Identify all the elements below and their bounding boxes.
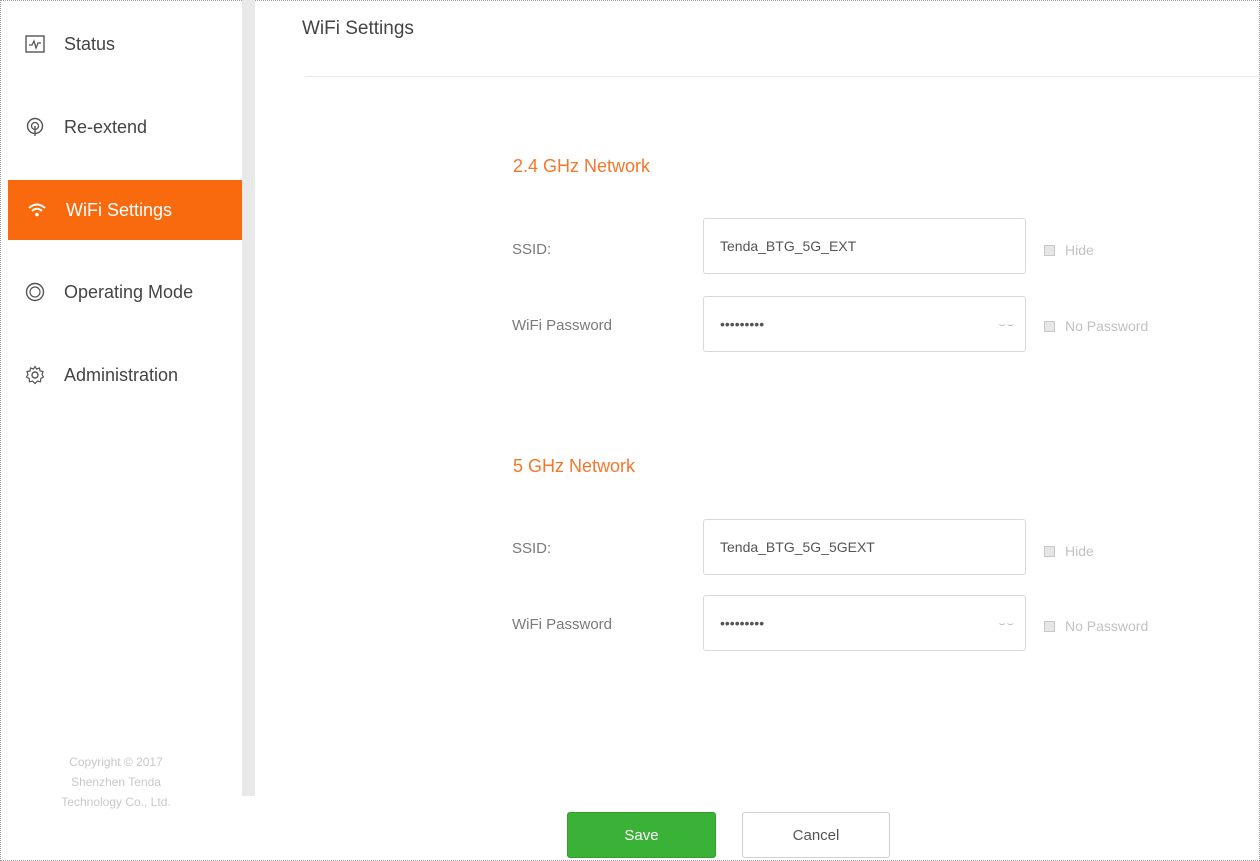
checkbox-icon[interactable] (1044, 244, 1055, 256)
eye-closed-icon[interactable]: ⌣⌣ (999, 319, 1015, 332)
password-input-24ghz[interactable]: ••••••••• ⌣⌣ (703, 296, 1026, 352)
sidebar-item-operating-mode[interactable]: Operating Mode (8, 262, 242, 322)
sidebar-item-label: Operating Mode (64, 281, 194, 302)
no-password-checkbox-5ghz[interactable]: No Password (1044, 618, 1148, 634)
hide-checkbox-5ghz[interactable]: Hide (1044, 543, 1094, 559)
section-title-5ghz: 5 GHz Network (513, 456, 636, 476)
checkbox-icon[interactable] (1044, 620, 1055, 632)
no-password-checkbox-24ghz[interactable]: No Password (1044, 318, 1148, 334)
checkbox-icon[interactable] (1044, 320, 1055, 332)
cancel-button[interactable]: Cancel (742, 812, 890, 858)
gear-icon (24, 364, 46, 386)
password-label-5ghz: WiFi Password (512, 616, 613, 633)
ssid-input-24ghz[interactable]: Tenda_BTG_5G_EXT (703, 218, 1026, 274)
sidebar-item-label: Status (64, 33, 116, 54)
eye-closed-icon[interactable]: ⌣⌣ (999, 618, 1015, 631)
wifi-icon (26, 199, 48, 221)
save-button[interactable]: Save (567, 812, 716, 858)
sidebar: Status Re-extend WiFi Settings Operating… (8, 0, 242, 861)
title-divider (305, 76, 1260, 77)
ssid-value-24ghz: Tenda_BTG_5G_EXT (720, 238, 857, 254)
password-label-24ghz: WiFi Password (512, 317, 613, 334)
ssid-label-24ghz: SSID: (512, 241, 552, 258)
password-input-5ghz[interactable]: ••••••••• ⌣⌣ (703, 595, 1026, 651)
no-password-label-5ghz: No Password (1065, 618, 1149, 634)
sidebar-scrollbar[interactable] (242, 0, 255, 796)
section-title-24ghz: 2.4 GHz Network (513, 156, 651, 176)
password-value-24ghz: ••••••••• (720, 316, 765, 332)
hide-label-5ghz: Hide (1065, 543, 1094, 559)
ssid-input-5ghz[interactable]: Tenda_BTG_5G_5GEXT (703, 519, 1026, 575)
hide-label-24ghz: Hide (1065, 242, 1094, 258)
sidebar-item-label: WiFi Settings (66, 199, 173, 220)
status-icon (24, 33, 46, 55)
sidebar-item-status[interactable]: Status (8, 14, 242, 74)
copyright: Copyright © 2017 Shenzhen Tenda Technolo… (61, 755, 171, 809)
no-password-label-24ghz: No Password (1065, 318, 1149, 334)
password-value-5ghz: ••••••••• (720, 615, 765, 631)
sidebar-item-label: Administration (64, 364, 179, 385)
checkbox-icon[interactable] (1044, 545, 1055, 557)
hide-checkbox-24ghz[interactable]: Hide (1044, 242, 1094, 258)
page-title: WiFi Settings (302, 18, 414, 39)
sidebar-item-label: Re-extend (64, 116, 148, 137)
sidebar-item-re-extend[interactable]: Re-extend (8, 97, 242, 157)
operating-mode-icon (24, 281, 46, 303)
sidebar-item-administration[interactable]: Administration (8, 345, 242, 405)
ssid-label-5ghz: SSID: (512, 540, 552, 557)
sidebar-item-wifi-settings[interactable]: WiFi Settings (8, 180, 242, 240)
re-extend-icon (24, 116, 46, 138)
ssid-value-5ghz: Tenda_BTG_5G_5GEXT (720, 539, 875, 555)
